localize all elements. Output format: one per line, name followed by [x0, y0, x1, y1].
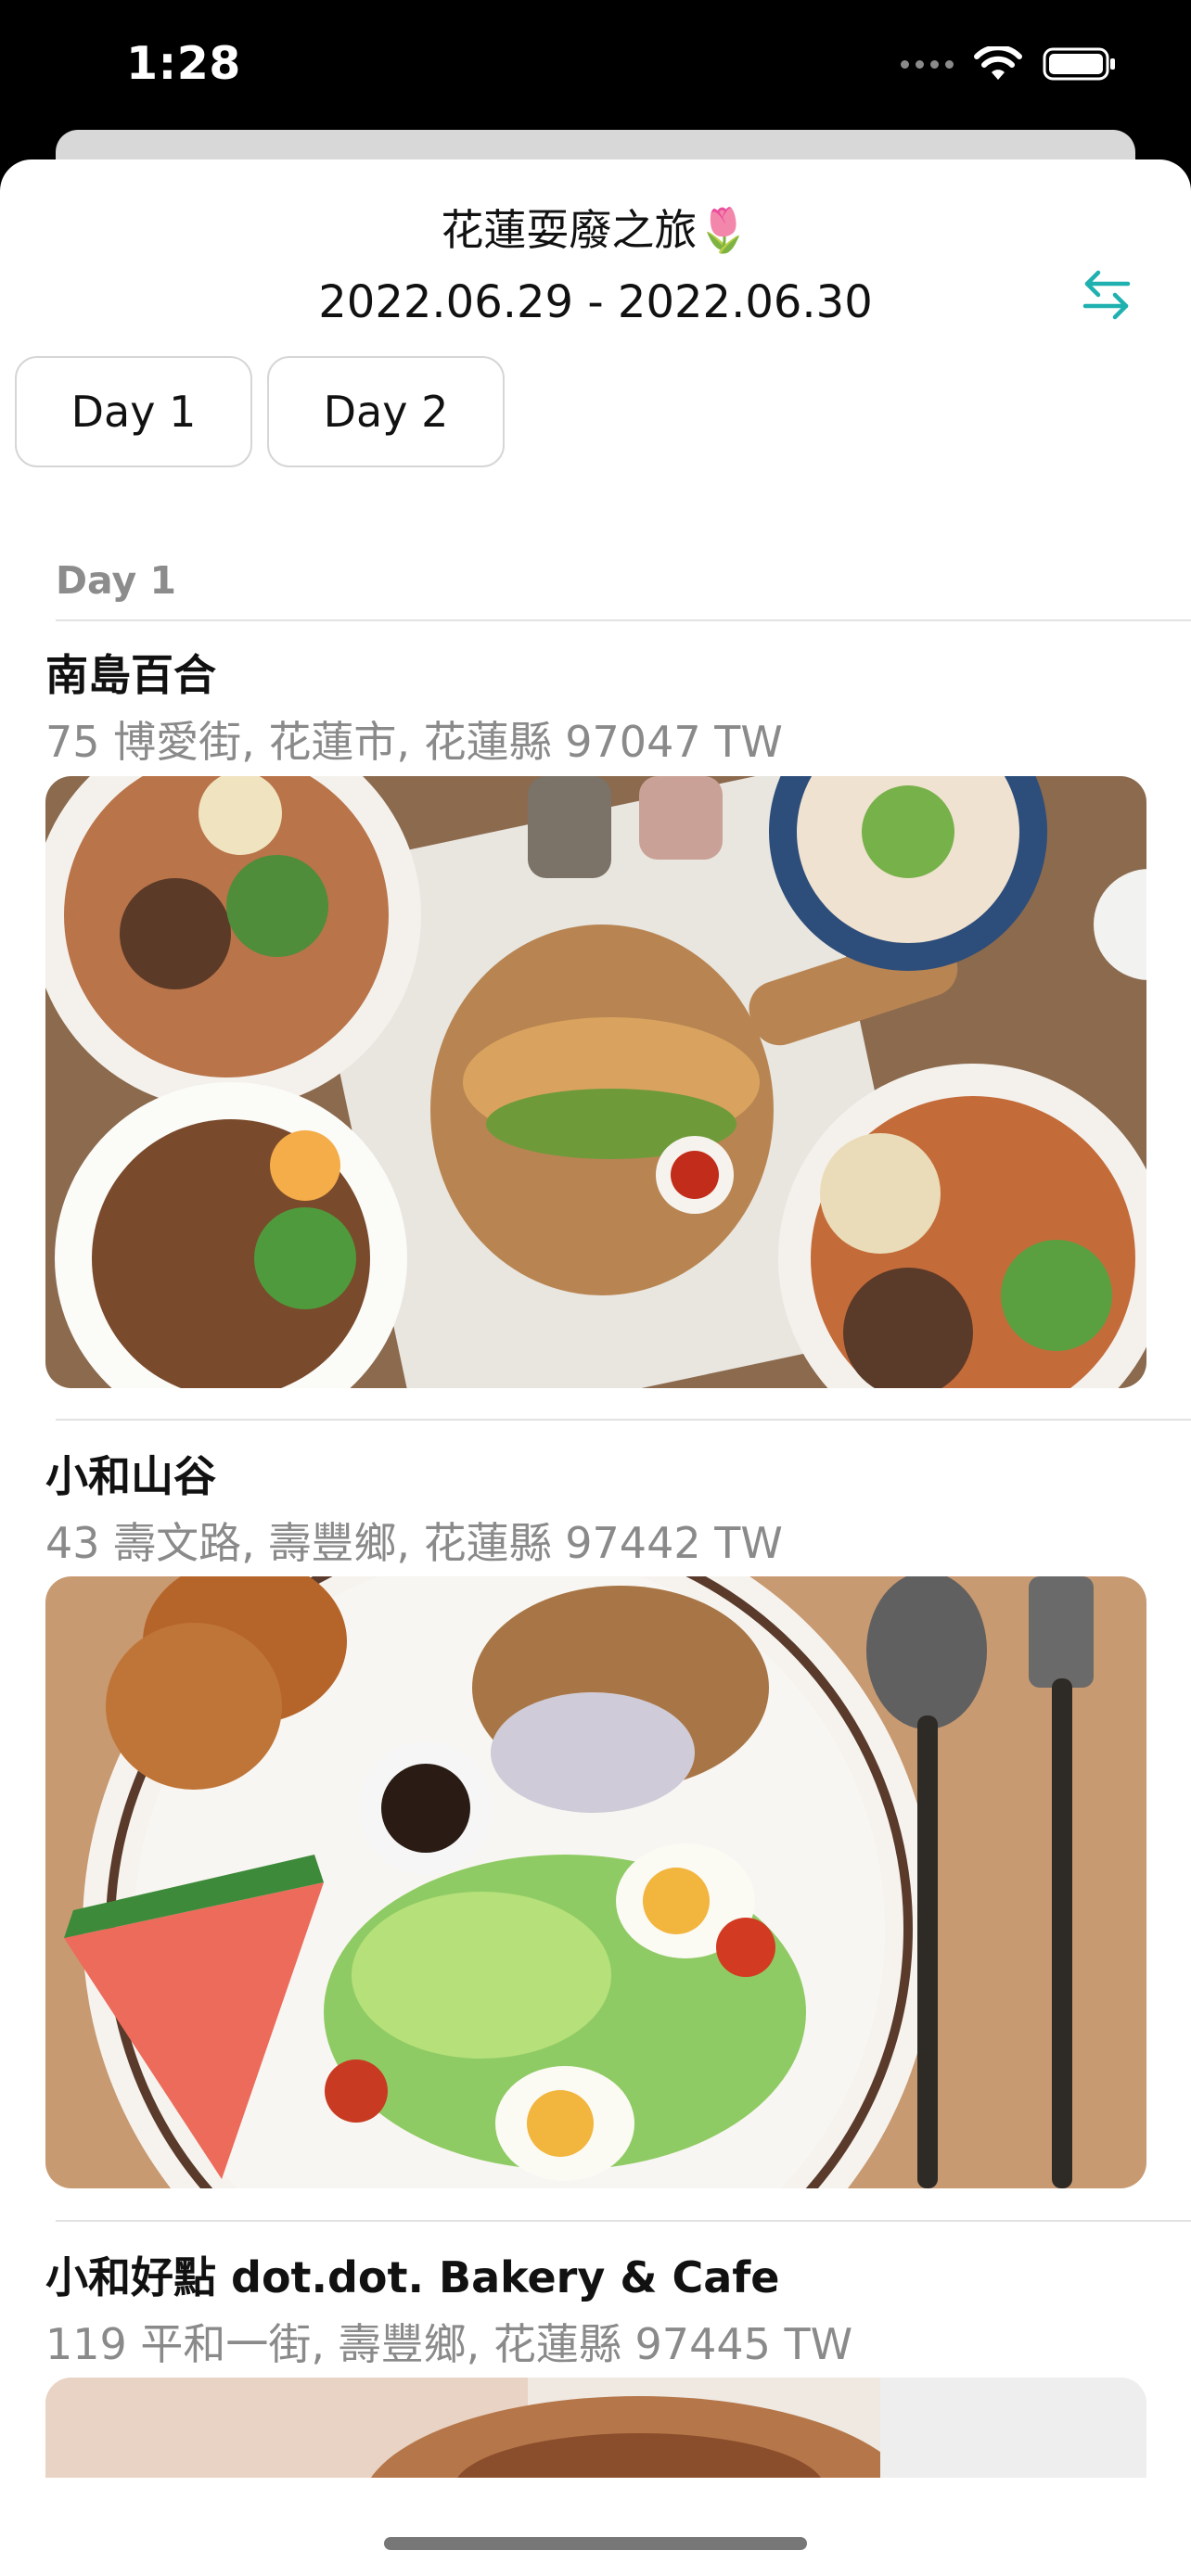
place-name[interactable]: 小和山谷 [45, 1443, 216, 1504]
row-divider [56, 2220, 1191, 2222]
arrows-swap-icon[interactable] [1074, 261, 1139, 326]
row-divider [56, 1419, 1191, 1421]
trip-dates: 2022.06.29 - 2022.06.30 [318, 276, 873, 328]
place-address: 43 壽文路, 壽豐鄉, 花蓮縣 97442 TW [45, 1518, 783, 1568]
day-tabs: Day 1 Day 2 [15, 356, 505, 467]
section-divider [56, 619, 1191, 621]
place-address: 119 平和一街, 壽豐鄉, 花蓮縣 97445 TW [45, 2319, 853, 2369]
place-photo-noodles[interactable] [45, 776, 1146, 1388]
bottom-safe-area [0, 2478, 1191, 2576]
tab-day-2[interactable]: Day 2 [267, 356, 505, 467]
place-address: 75 博愛街, 花蓮市, 花蓮縣 97047 TW [45, 717, 783, 767]
trip-sheet: 花蓮耍廢之旅🌷 2022.06.29 - 2022.06.30 Day 1 Da… [0, 159, 1191, 2576]
trip-title: 花蓮耍廢之旅🌷 [441, 205, 750, 255]
section-header-day: Day 1 [56, 558, 176, 603]
status-time: 1:28 [126, 37, 241, 90]
status-icons [901, 46, 1117, 82]
place-name[interactable]: 小和好點 dot.dot. Bakery & Cafe [45, 2244, 780, 2305]
tab-day-1[interactable]: Day 1 [15, 356, 252, 467]
battery-icon [1043, 47, 1115, 81]
wifi-icon [974, 46, 1022, 80]
place-photo-brunch[interactable] [45, 1576, 1146, 2188]
cellular-signal-icon [901, 59, 954, 69]
home-indicator[interactable] [384, 2537, 807, 2550]
place-name[interactable]: 南島百合 [45, 642, 216, 703]
status-bar: 1:28 [0, 0, 1191, 139]
